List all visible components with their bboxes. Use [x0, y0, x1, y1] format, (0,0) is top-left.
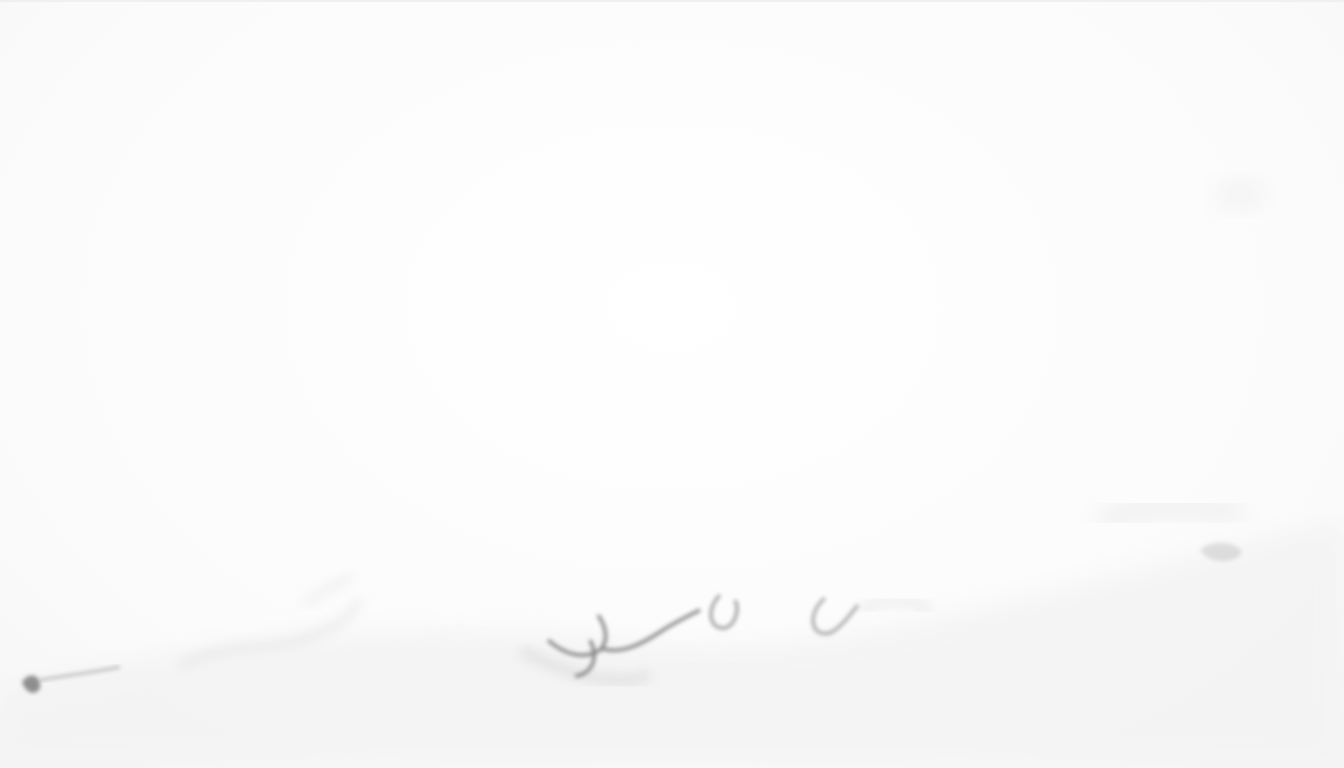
bottom-haze	[0, 520, 1344, 768]
faint-sketch-smudges	[0, 179, 1344, 768]
smudge-curl-1	[709, 593, 739, 630]
smudge-curl-2	[811, 596, 860, 635]
smudge-left-hook	[303, 573, 354, 607]
blank-canvas	[0, 0, 1344, 768]
smudge-right-tail	[859, 598, 932, 612]
smudge-upper-right	[1214, 179, 1266, 211]
smudge-right-haze	[1097, 498, 1243, 527]
